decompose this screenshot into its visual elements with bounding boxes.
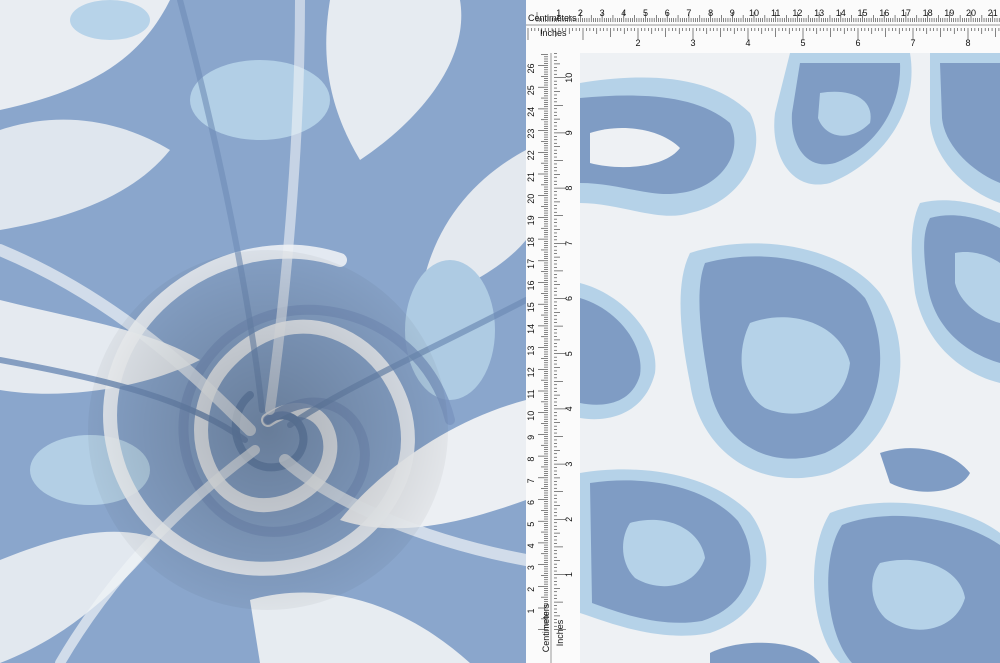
top-cm-number: 11	[771, 8, 780, 18]
top-cm-number: 16	[879, 8, 889, 18]
left-cm-number: 5	[526, 522, 536, 527]
swirl-illustration	[0, 0, 526, 663]
top-ruler-inch-label: Inches	[540, 28, 567, 38]
left-cm-number: 21	[526, 172, 536, 182]
top-ruler-cm-label: Centimeters	[528, 13, 577, 23]
top-cm-number: 17	[901, 8, 911, 18]
left-cm-number: 16	[526, 280, 536, 290]
left-cm-number: 15	[526, 302, 536, 312]
top-cm-number: 21	[988, 8, 998, 18]
top-cm-number: 20	[966, 8, 976, 18]
left-inch-number: 4	[564, 406, 574, 411]
left-cm-number: 4	[526, 543, 536, 548]
left-cm-number: 11	[526, 389, 536, 398]
top-cm-number: 14	[836, 8, 846, 18]
top-inch-number: 8	[965, 38, 970, 48]
left-cm-number: 6	[526, 500, 536, 505]
top-cm-number: 6	[665, 8, 670, 18]
leopard-print-pattern	[580, 53, 1000, 663]
left-cm-number: 17	[526, 259, 536, 269]
left-inch-number: 6	[564, 296, 574, 301]
left-cm-number: 10	[526, 411, 536, 421]
left-inch-number: 2	[564, 517, 574, 522]
left-inch-number: 7	[564, 241, 574, 246]
left-inch-number: 10	[564, 73, 574, 83]
left-cm-number: 3	[526, 565, 536, 570]
left-inch-number: 8	[564, 186, 574, 191]
left-cm-number: 1	[526, 608, 536, 613]
left-ruler-ticks: 1234567891011121314151617181920212223242…	[526, 53, 574, 663]
flat-fabric-swatch	[580, 53, 1000, 663]
top-ruler-ticks: 1 2 3 4 5 6 7 8 9 10 11 12 13 14 15 16 17 18 19 20 212 3 4 5 6 7 8	[526, 8, 1000, 48]
left-cm-number: 26	[526, 63, 536, 73]
top-cm-number: 3	[600, 8, 605, 18]
top-cm-number: 18	[923, 8, 933, 18]
left-inch-number: 3	[564, 462, 574, 467]
top-cm-number: 19	[944, 8, 954, 18]
top-inch-number: 4	[745, 38, 750, 48]
left-cm-number: 7	[526, 478, 536, 483]
top-ruler: 1 2 3 4 5 6 7 8 9 10 11 12 13 14 15 16 17 18 19 20 21 2 3 4 5 6 7 8…	[526, 0, 1000, 54]
left-cm-number: 9	[526, 435, 536, 440]
left-cm-number: 19	[526, 215, 536, 225]
top-cm-number: 4	[621, 8, 626, 18]
top-cm-number: 5	[643, 8, 648, 18]
top-cm-number: 13	[814, 8, 824, 18]
left-cm-number: 8	[526, 457, 536, 462]
top-inch-number: 7	[910, 38, 915, 48]
left-cm-number: 24	[526, 107, 536, 117]
top-inch-number: 3	[690, 38, 695, 48]
left-ruler-cm-label: Centimeters	[541, 603, 551, 653]
left-cm-number: 14	[526, 324, 536, 334]
left-cm-number: 20	[526, 194, 536, 204]
left-cm-number: 12	[526, 367, 536, 377]
left-cm-number: 18	[526, 237, 536, 247]
left-cm-number: 13	[526, 346, 536, 356]
left-ruler-inch-label: Inches	[555, 619, 565, 647]
top-cm-number: 8	[708, 8, 713, 18]
left-cm-number: 22	[526, 150, 536, 160]
left-cm-number: 23	[526, 129, 536, 139]
top-inch-number: 2	[635, 38, 640, 48]
top-cm-number: 7	[686, 8, 691, 18]
swirled-fabric-photo	[0, 0, 526, 663]
top-inch-number: 5	[800, 38, 805, 48]
top-cm-number: 15	[857, 8, 867, 18]
top-cm-number: 9	[730, 8, 735, 18]
left-inch-number: 9	[564, 130, 574, 135]
left-cm-number: 25	[526, 85, 536, 95]
top-cm-number: 10	[749, 8, 759, 18]
top-inch-number: 6	[855, 38, 860, 48]
left-inch-number: 5	[564, 351, 574, 356]
left-ruler: 1 2 3 4 5 6 7 8 9 10 11 12 13 14 15 16 17 18 19 20 21 22 23 24 2…	[526, 53, 581, 663]
left-cm-number: 2	[526, 587, 536, 592]
top-cm-number: 2	[578, 8, 583, 18]
top-cm-number: 12	[792, 8, 802, 18]
left-inch-number: 1	[564, 572, 574, 577]
